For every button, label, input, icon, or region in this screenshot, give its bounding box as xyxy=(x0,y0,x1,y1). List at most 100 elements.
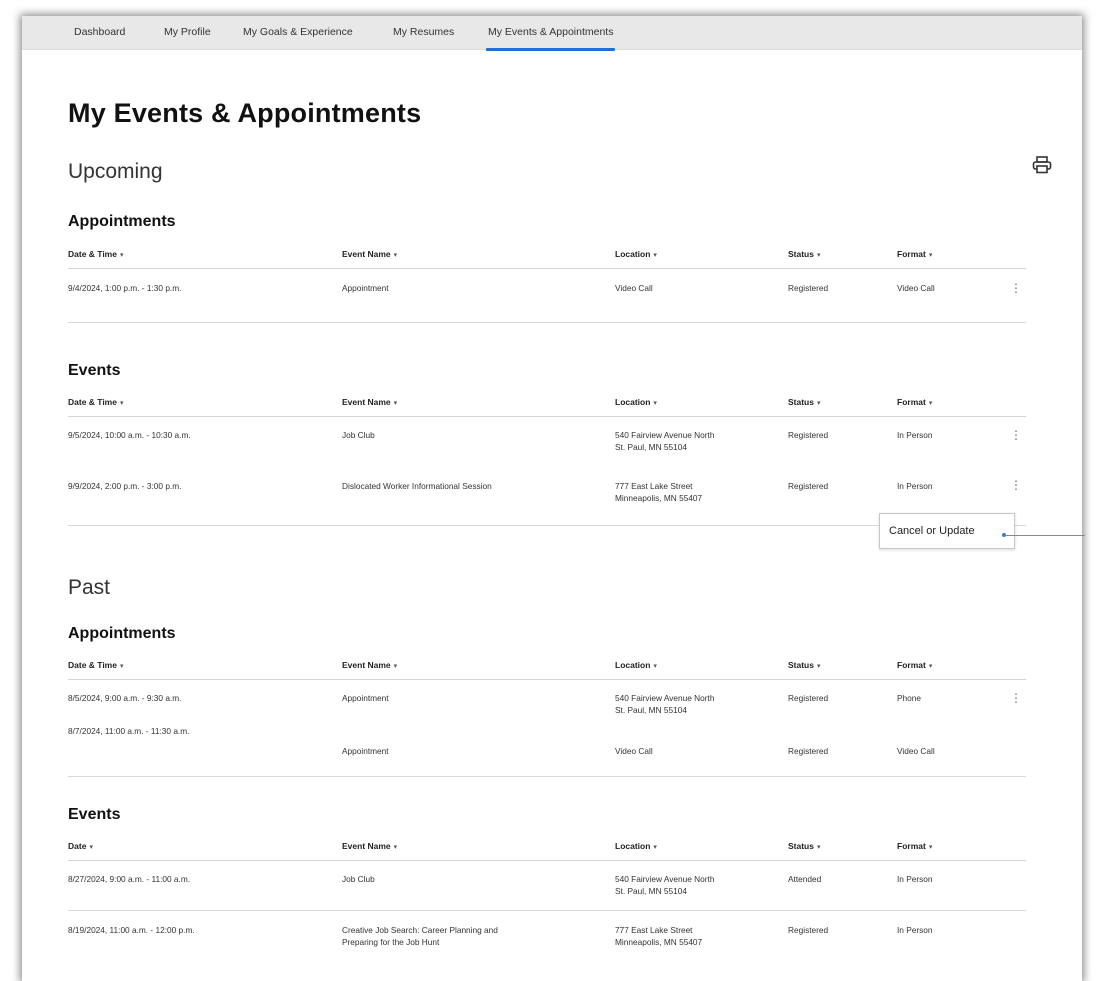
cell-status: Registered xyxy=(788,283,829,293)
cell-location: 777 East Lake Street xyxy=(615,481,693,491)
cell-location-line2: St. Paul, MN 55104 xyxy=(615,442,687,452)
cell-location: 540 Fairview Avenue North xyxy=(615,874,715,884)
past-appointments-table: Date & Time ▾ Event Name ▾ Location ▾ Statu… xyxy=(68,653,1026,777)
caret-down-icon: ▾ xyxy=(816,252,821,259)
tab-my-profile[interactable]: My Profile xyxy=(164,26,211,38)
printer-icon[interactable] xyxy=(1032,156,1052,174)
table-header: Date ▾ Event Name ▾ Location ▾ Status ▾ Form… xyxy=(68,834,1026,861)
table-header: Date & Time ▾ Event Name ▾ Location ▾ Statu… xyxy=(68,242,1026,269)
upcoming-appointments-table: Date & Time ▾ Event Name ▾ Location ▾ Statu… xyxy=(68,242,1026,323)
sort-format[interactable]: Format ▾ xyxy=(897,660,932,670)
sort-status[interactable]: Status ▾ xyxy=(788,660,821,670)
upcoming-events-table: Date & Time ▾ Event Name ▾ Location ▾ Statu… xyxy=(68,390,1026,526)
past-events-table: Date ▾ Event Name ▾ Location ▾ Status ▾ Form… xyxy=(68,834,1026,960)
more-options-icon[interactable]: ⋮ xyxy=(1010,692,1022,706)
cell-status: Registered xyxy=(788,746,829,756)
sort-status[interactable]: Status ▾ xyxy=(788,397,821,407)
sort-status[interactable]: Status ▾ xyxy=(788,841,821,851)
cell-event-name: Appointment xyxy=(342,283,389,293)
caret-down-icon: ▾ xyxy=(119,252,124,259)
cell-event-name: Job Club xyxy=(342,874,375,884)
sort-format[interactable]: Format ▾ xyxy=(897,841,932,851)
cell-status: Registered xyxy=(788,693,829,703)
tab-dashboard[interactable]: Dashboard xyxy=(74,26,125,38)
cell-event-name: Appointment xyxy=(342,693,389,703)
cell-format: In Person xyxy=(897,430,933,440)
sort-format[interactable]: Format ▾ xyxy=(897,397,932,407)
caret-down-icon: ▾ xyxy=(393,400,398,407)
caret-down-icon: ▾ xyxy=(928,400,933,407)
caret-down-icon: ▾ xyxy=(119,663,124,670)
sort-event-name[interactable]: Event Name ▾ xyxy=(342,660,397,670)
cell-date: 9/4/2024, 1:00 p.m. - 1:30 p.m. xyxy=(68,283,182,293)
caret-down-icon: ▾ xyxy=(653,400,657,407)
cell-status: Attended xyxy=(788,874,822,884)
cell-format: Phone xyxy=(897,693,921,703)
caret-down-icon: ▾ xyxy=(928,252,933,259)
more-options-icon[interactable]: ⋮ xyxy=(1010,282,1022,296)
cell-location: 777 East Lake Street xyxy=(615,925,693,935)
table-row: 9/4/2024, 1:00 p.m. - 1:30 p.m. Appointm… xyxy=(68,269,1026,323)
cell-location-line2: Minneapolis, MN 55407 xyxy=(615,493,703,503)
cell-format: Video Call xyxy=(897,746,935,756)
page-title: My Events & Appointments xyxy=(68,98,422,128)
cell-location: 540 Fairview Avenue North xyxy=(615,693,715,703)
sort-event-name[interactable]: Event Name ▾ xyxy=(342,841,397,851)
caret-down-icon: ▾ xyxy=(393,252,398,259)
callout-line xyxy=(1005,535,1085,536)
sort-location[interactable]: Location ▾ xyxy=(615,841,657,851)
cell-date: 8/27/2024, 9:00 a.m. - 11:00 a.m. xyxy=(68,874,191,884)
sort-status[interactable]: Status ▾ xyxy=(788,249,821,259)
cell-location-line2: St. Paul, MN 55104 xyxy=(615,705,687,715)
cell-date: 8/19/2024, 11:00 a.m. - 12:00 p.m. xyxy=(68,925,195,935)
caret-down-icon: ▾ xyxy=(653,252,657,259)
tab-my-resumes[interactable]: My Resumes xyxy=(393,26,454,38)
sort-event-name[interactable]: Event Name ▾ xyxy=(342,249,397,259)
caret-down-icon: ▾ xyxy=(816,844,821,851)
cell-date: 8/5/2024, 9:00 a.m. - 9:30 a.m. xyxy=(68,693,182,703)
table-row: 8/19/2024, 11:00 a.m. - 12:00 p.m. Creat… xyxy=(68,911,1026,960)
cell-date: 8/7/2024, 11:00 a.m. - 11:30 a.m. xyxy=(68,726,190,736)
cell-location: Video Call xyxy=(615,283,653,293)
sort-date-time[interactable]: Date & Time ▾ xyxy=(68,249,124,259)
upcoming-appointments-heading: Appointments xyxy=(68,213,176,230)
cell-event-name: Appointment xyxy=(342,746,389,756)
sort-location[interactable]: Location ▾ xyxy=(615,660,657,670)
caret-down-icon: ▾ xyxy=(393,663,398,670)
tab-my-events-appointments[interactable]: My Events & Appointments xyxy=(485,26,616,51)
cell-location-line2: Minneapolis, MN 55407 xyxy=(615,937,703,947)
cell-event-name-line2: Preparing for the Job Hunt xyxy=(342,937,440,947)
cell-status: Registered xyxy=(788,430,829,440)
cell-status: Registered xyxy=(788,481,829,491)
sort-format[interactable]: Format ▾ xyxy=(897,249,932,259)
sort-date-time[interactable]: Date & Time ▾ xyxy=(68,660,124,670)
tab-my-goals-experience[interactable]: My Goals & Experience xyxy=(243,26,353,38)
cell-location: Video Call xyxy=(615,746,653,756)
table-row: 8/27/2024, 9:00 a.m. - 11:00 a.m. Job Cl… xyxy=(68,861,1026,911)
upcoming-events-heading: Events xyxy=(68,362,121,379)
cell-location-line2: St. Paul, MN 55104 xyxy=(615,886,687,896)
sort-date-time[interactable]: Date & Time ▾ xyxy=(68,397,124,407)
cell-date: 9/5/2024, 10:00 a.m. - 10:30 a.m. xyxy=(68,430,191,440)
cell-format: In Person xyxy=(897,925,933,935)
cell-format: Video Call xyxy=(897,283,935,293)
caret-down-icon: ▾ xyxy=(928,844,933,851)
sort-location[interactable]: Location ▾ xyxy=(615,397,657,407)
sort-event-name[interactable]: Event Name ▾ xyxy=(342,397,397,407)
more-options-icon[interactable]: ⋮ xyxy=(1010,429,1022,443)
caret-down-icon: ▾ xyxy=(89,844,93,851)
cell-event-name: Job Club xyxy=(342,430,375,440)
more-options-icon[interactable]: ⋮ xyxy=(1010,479,1022,493)
sort-location[interactable]: Location ▾ xyxy=(615,249,657,259)
sort-date[interactable]: Date ▾ xyxy=(68,841,93,851)
cell-format: In Person xyxy=(897,874,933,884)
table-row: 8/7/2024, 11:00 a.m. - 11:30 a.m. Appoin… xyxy=(68,724,1026,777)
cell-event-name: Dislocated Worker Informational Session xyxy=(342,481,492,491)
caret-down-icon: ▾ xyxy=(816,400,821,407)
cancel-or-update-option[interactable]: Cancel or Update xyxy=(889,525,975,537)
top-navigation: Dashboard My Profile My Goals & Experien… xyxy=(22,16,1082,51)
table-header: Date & Time ▾ Event Name ▾ Location ▾ Statu… xyxy=(68,390,1026,417)
cell-format: In Person xyxy=(897,481,933,491)
caret-down-icon: ▾ xyxy=(816,663,821,670)
past-appointments-heading: Appointments xyxy=(68,625,176,642)
